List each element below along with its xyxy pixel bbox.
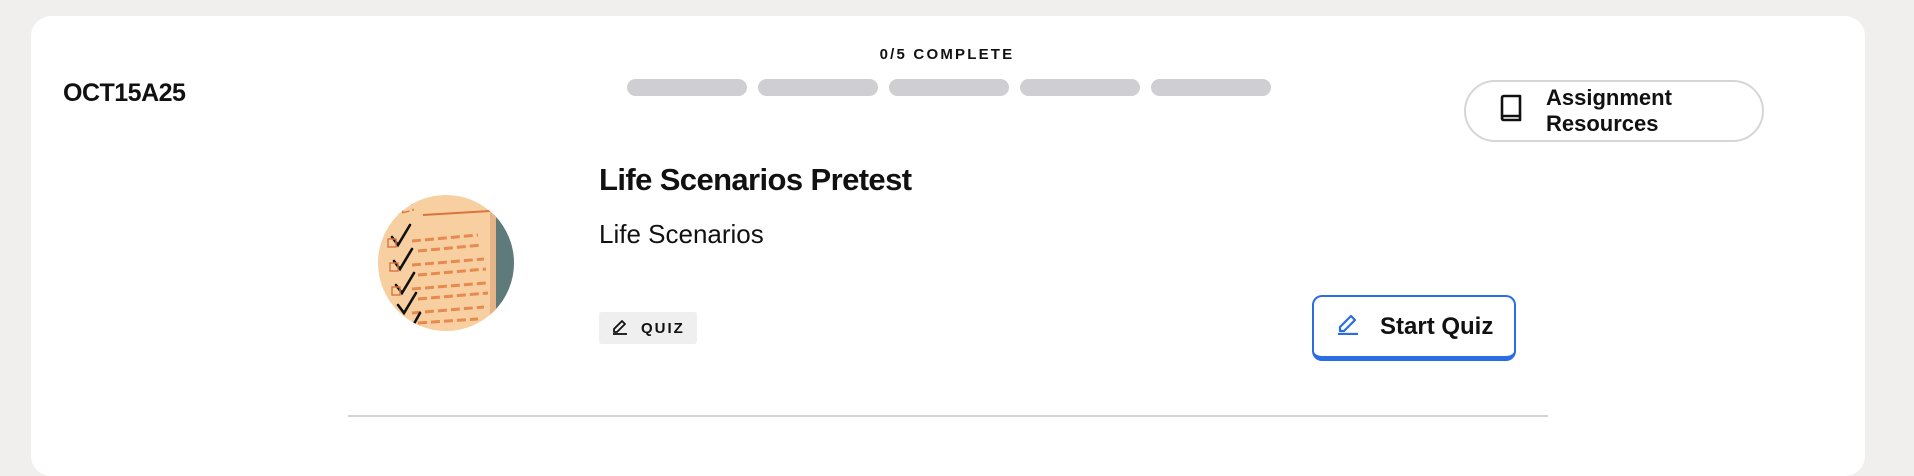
progress-bar: [627, 79, 1271, 96]
activity-type-badge: QUIZ: [599, 312, 697, 344]
quiz-thumbnail: AME:: [378, 195, 514, 331]
book-icon: [1498, 94, 1524, 128]
activity-subtitle: Life Scenarios: [599, 219, 764, 249]
progress-segment: [758, 79, 878, 96]
activity-title: Life Scenarios Pretest: [599, 162, 912, 197]
assignment-resources-label: Assignment Resources: [1546, 85, 1672, 136]
pencil-icon: [1336, 311, 1360, 342]
assignment-code: OCT15A25: [63, 79, 186, 107]
activity-type-label: QUIZ: [641, 319, 685, 337]
pencil-icon: [611, 317, 629, 339]
start-quiz-label: Start Quiz: [1380, 312, 1494, 340]
divider: [348, 415, 1548, 417]
progress-segment: [1151, 79, 1271, 96]
progress-segment: [627, 79, 747, 96]
progress-segment: [889, 79, 1009, 96]
progress-label: 0/5 COMPLETE: [879, 46, 1015, 63]
progress-segment: [1020, 79, 1140, 96]
start-quiz-button[interactable]: Start Quiz: [1312, 295, 1516, 361]
assignment-resources-button[interactable]: Assignment Resources: [1464, 80, 1764, 142]
